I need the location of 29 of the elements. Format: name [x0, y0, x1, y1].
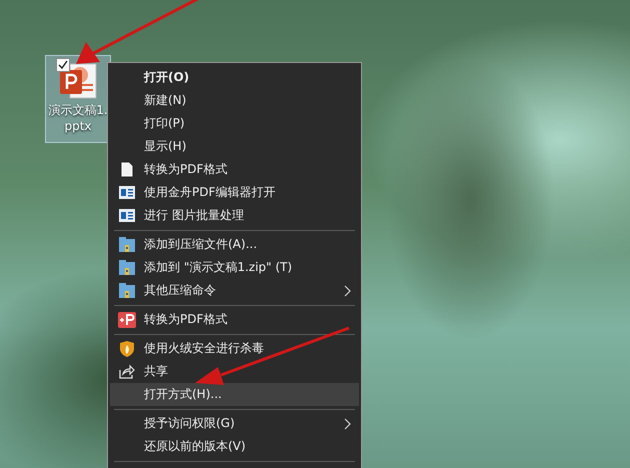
menu-item[interactable]: 转换为PDF格式: [110, 158, 359, 181]
menu-item[interactable]: 添加到压缩文件(A)...: [110, 233, 359, 256]
menu-item[interactable]: 还原以前的版本(V): [110, 435, 359, 458]
menu-item[interactable]: 打印(P): [110, 112, 359, 135]
menu-item[interactable]: 使用火绒安全进行杀毒: [110, 337, 359, 360]
document-icon: [121, 162, 133, 177]
menu-item[interactable]: 进行 图片批量处理: [110, 204, 359, 227]
share-icon: [119, 364, 135, 379]
menu-item[interactable]: 添加到 "演示文稿1.zip" (T): [110, 256, 359, 279]
archive-icon: [119, 283, 135, 298]
menu-item[interactable]: 其他压缩命令: [110, 279, 359, 302]
menu-item[interactable]: 授予访问权限(G): [110, 412, 359, 435]
window-icon: [119, 186, 135, 199]
menu-item[interactable]: 打开方式(H)...: [110, 383, 359, 406]
menu-item[interactable]: 使用金舟PDF编辑器打开: [110, 181, 359, 204]
menu-item[interactable]: 显示(H): [110, 135, 359, 158]
selection-checkbox[interactable]: [56, 58, 70, 72]
menu-item[interactable]: 打开(O): [110, 66, 359, 89]
window-icon: [119, 209, 135, 222]
pdf-icon: [118, 312, 136, 328]
menu-item[interactable]: 新建(N): [110, 89, 359, 112]
file-name: 演示文稿1.pptx: [47, 102, 109, 134]
chevron-right-icon: [344, 418, 351, 430]
menu-item[interactable]: 转换为PDF格式: [110, 308, 359, 331]
chevron-right-icon: [344, 284, 351, 296]
menu-item[interactable]: 共享: [110, 360, 359, 383]
archive-icon: [119, 237, 135, 252]
shield-icon: [120, 340, 134, 356]
archive-icon: [119, 260, 135, 275]
